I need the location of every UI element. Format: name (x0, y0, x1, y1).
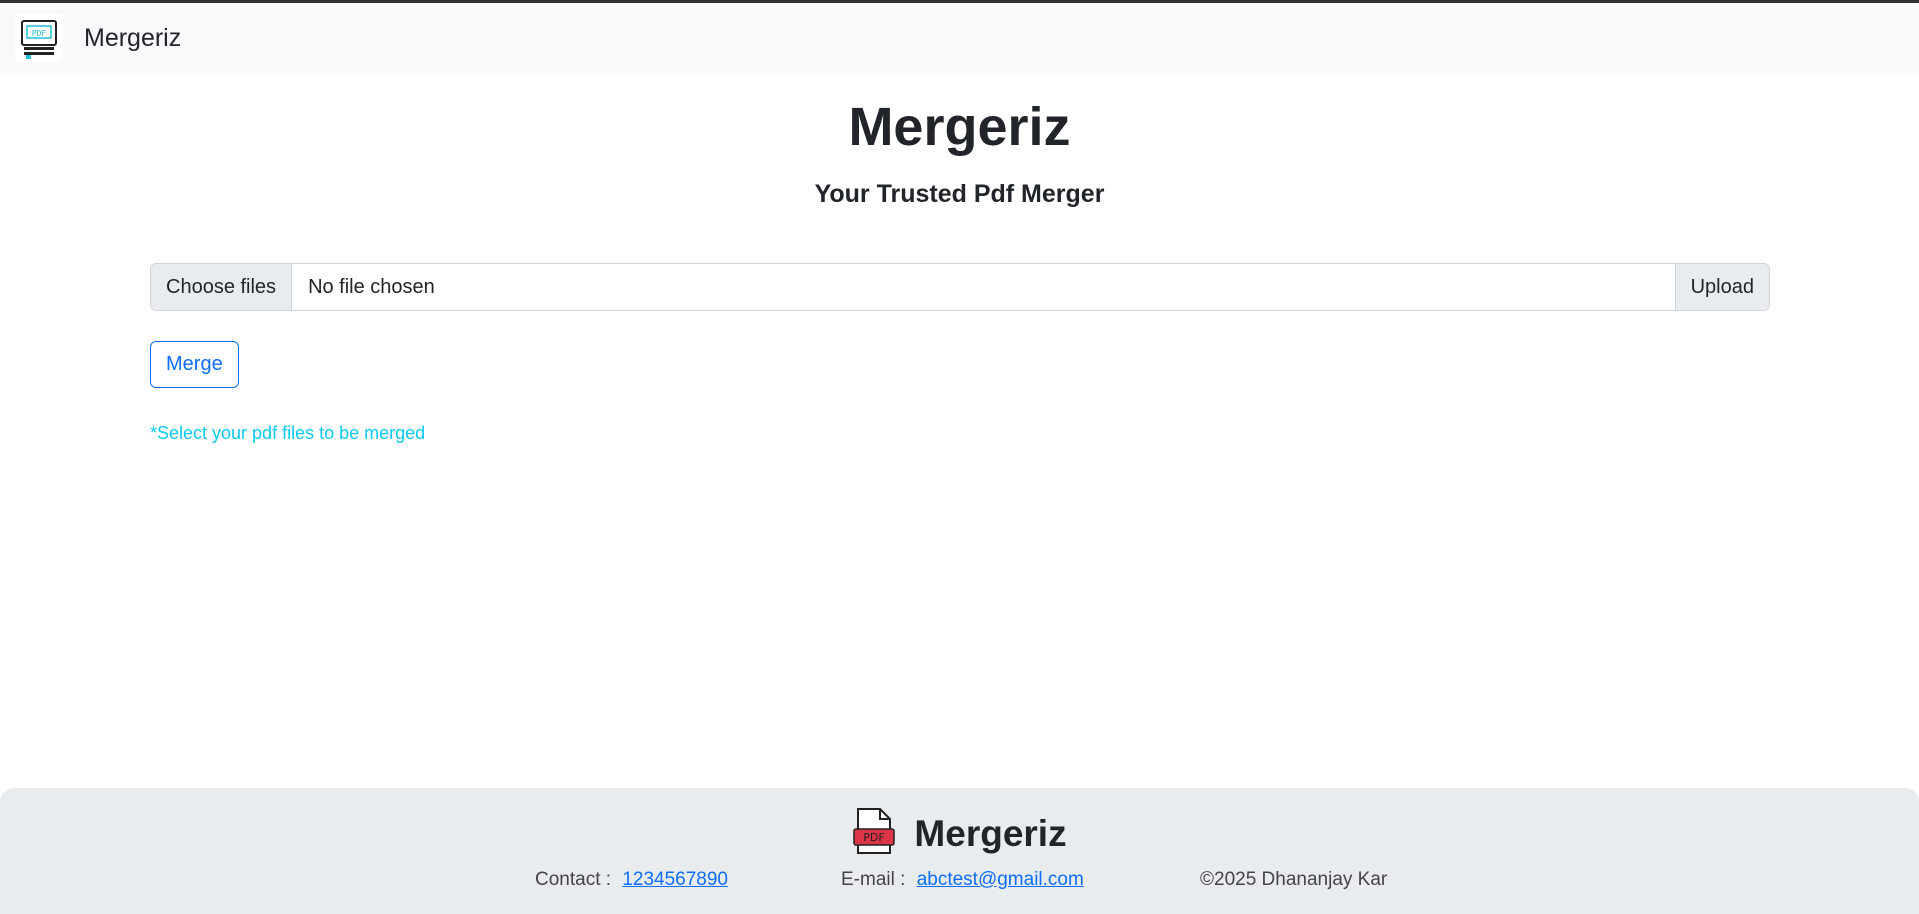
footer-title: Mergeriz (914, 812, 1067, 854)
svg-text:PDF: PDF (32, 29, 47, 38)
page-subtitle: Your Trusted Pdf Merger (814, 179, 1105, 208)
navbar: PDF Mergeriz (0, 3, 1919, 73)
upload-button[interactable]: Upload (1674, 264, 1769, 310)
file-status-text[interactable]: No file chosen (292, 264, 1675, 310)
contact-info: Contact : 1234567890 (535, 869, 728, 891)
email-info: E-mail : abctest@gmail.com (841, 869, 1084, 891)
email-link[interactable]: abctest@gmail.com (917, 869, 1084, 890)
pdf-monitor-icon[interactable]: PDF (15, 14, 63, 62)
hint-text: *Select your pdf files to be merged (150, 423, 426, 443)
choose-files-button[interactable]: Choose files (151, 264, 293, 310)
copyright-text: ©2025 Dhananjay Kar (1200, 869, 1388, 890)
file-input-group: Choose files No file chosen Upload (150, 263, 1770, 311)
footer: PDF Mergeriz Contact : 1234567890 E-mail… (0, 788, 1919, 914)
pdf-file-icon: PDF (852, 807, 896, 860)
hero-section: Mergeriz Your Trusted Pdf Merger (0, 95, 1919, 209)
svg-text:PDF: PDF (864, 831, 885, 844)
contact-label: Contact : (535, 869, 612, 890)
merge-button[interactable]: Merge (150, 341, 239, 388)
navbar-brand[interactable]: Mergeriz (84, 24, 181, 53)
merge-form: Choose files No file chosen Upload Merge… (150, 263, 1770, 444)
contact-phone-link[interactable]: 1234567890 (622, 869, 728, 890)
email-label: E-mail : (841, 869, 906, 890)
footer-brand: PDF Mergeriz (0, 807, 1919, 860)
page-title: Mergeriz (848, 97, 1071, 157)
